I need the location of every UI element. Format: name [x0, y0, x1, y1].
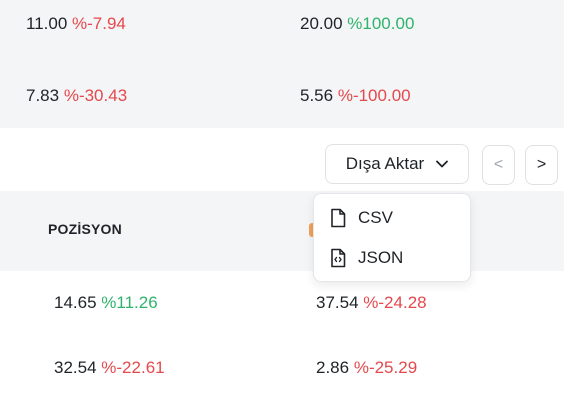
export-json-option[interactable]: JSON	[330, 248, 403, 268]
value: 32.54	[54, 358, 97, 377]
export-button-label: Dışa Aktar	[345, 154, 425, 173]
chevron-down-icon	[436, 160, 449, 168]
scroll-edge	[564, 0, 576, 406]
file-code-icon	[330, 248, 346, 268]
value: 37.54	[316, 293, 359, 312]
column-header-position[interactable]: POZİSYON	[48, 221, 122, 237]
export-dropdown-menu: CSV JSON	[313, 193, 471, 282]
value: 2.86	[316, 358, 350, 377]
data-cell: 5.56 %-100.00	[300, 86, 411, 106]
change-positive: %11.26	[101, 293, 158, 312]
table-row-cell: 2.86 %-25.29	[316, 358, 417, 378]
export-button[interactable]: Dışa Aktar	[325, 144, 469, 184]
change-negative: %-7.94	[72, 14, 126, 33]
change-negative: %-30.43	[63, 86, 128, 105]
prev-page-label: <	[493, 156, 504, 173]
change-negative: %-24.28	[363, 293, 427, 312]
table-row-cell: 32.54 %-22.61	[54, 358, 165, 378]
change-positive: %100.00	[347, 14, 415, 33]
value: 5.56	[300, 86, 334, 105]
value: 20.00	[300, 14, 343, 33]
value: 7.83	[26, 86, 60, 105]
export-csv-option[interactable]: CSV	[330, 208, 393, 228]
next-page-button[interactable]: >	[525, 145, 558, 185]
change-negative: %-25.29	[353, 358, 418, 377]
table-row-cell: 14.65 %11.26	[54, 293, 158, 313]
table-toolbar	[0, 128, 564, 190]
file-icon	[330, 208, 346, 228]
table-row-cell: 37.54 %-24.28	[316, 293, 427, 313]
next-page-label: >	[536, 156, 547, 173]
export-json-label: JSON	[358, 248, 404, 267]
data-cell: 11.00 %-7.94	[26, 14, 126, 34]
prev-page-button[interactable]: <	[482, 145, 515, 185]
data-cell: 7.83 %-30.43	[26, 86, 127, 106]
change-negative: %-22.61	[101, 358, 165, 377]
change-negative: %-100.00	[337, 86, 411, 105]
data-cell: 20.00 %100.00	[300, 14, 414, 34]
value: 11.00	[26, 14, 68, 33]
value: 14.65	[54, 293, 97, 312]
export-csv-label: CSV	[358, 208, 393, 227]
